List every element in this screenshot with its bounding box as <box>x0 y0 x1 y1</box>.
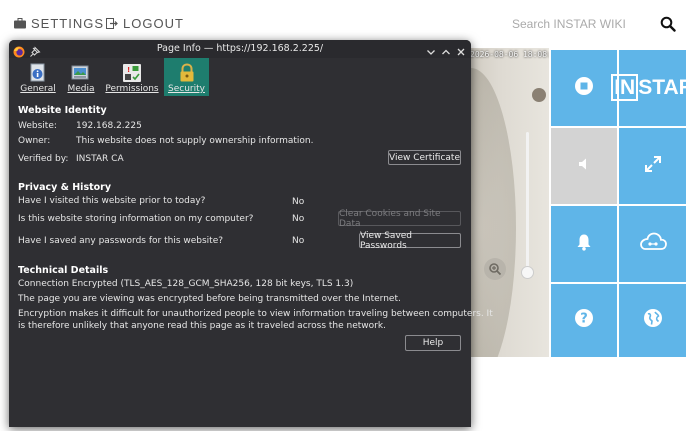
alarm-tile[interactable] <box>551 206 617 282</box>
speaker-icon <box>575 155 593 178</box>
stop-icon <box>574 76 594 101</box>
logout-link[interactable]: LOGOUT <box>106 16 184 31</box>
tab-permissions[interactable]: ! Permissions <box>105 58 159 96</box>
fullscreen-tile[interactable] <box>619 128 686 204</box>
privacy-heading: Privacy & History <box>18 182 112 193</box>
help-button[interactable]: Help <box>405 335 461 351</box>
visited-answer: No <box>292 197 305 207</box>
logout-icon <box>106 18 118 29</box>
search-icon[interactable] <box>660 16 678 34</box>
svg-text:?: ? <box>580 312 588 327</box>
padlock-icon <box>176 63 198 83</box>
visited-question: Have I visited this website prior to tod… <box>18 196 206 206</box>
stop-tile[interactable] <box>551 50 617 126</box>
tab-security[interactable]: Security <box>164 58 209 96</box>
svg-text:!: ! <box>127 66 130 74</box>
maximize-icon[interactable] <box>440 43 452 55</box>
language-tile[interactable] <box>619 284 686 357</box>
logout-label: LOGOUT <box>123 16 184 31</box>
settings-label: SETTINGS <box>31 16 105 31</box>
zoom-slider-handle[interactable] <box>521 266 534 279</box>
tab-general[interactable]: General <box>18 58 58 96</box>
question-icon: ? <box>574 308 594 333</box>
zoom-slider-track[interactable] <box>526 132 529 270</box>
minimize-icon[interactable] <box>425 43 437 55</box>
encryption-explain-line2: is therefore unlikely that anyone read t… <box>18 321 386 331</box>
clear-cookies-button[interactable]: Clear Cookies and Site Data <box>338 209 461 229</box>
help-tile[interactable]: ? <box>551 284 617 357</box>
website-label: Website: <box>18 121 57 131</box>
passwords-answer: No <box>292 236 305 246</box>
storing-question: Is this website storing information on m… <box>18 214 254 224</box>
camera-scene-object <box>532 88 546 102</box>
globe-icon <box>643 308 663 333</box>
connection-encrypted-text: Connection Encrypted (TLS_AES_128_GCM_SH… <box>18 279 354 289</box>
cloud-tile[interactable] <box>619 206 686 282</box>
zoom-in-icon[interactable] <box>484 258 506 280</box>
website-value: 192.168.2.225 <box>76 121 142 131</box>
camera-timestamp: 2026-08-06 18:08:06 <box>470 50 549 59</box>
verified-label: Verified by: <box>18 154 69 164</box>
dialog-title: Page Info — https://192.168.2.225/ <box>156 43 324 54</box>
dialog-tabbar: General Media ! Permissions Security <box>9 58 471 96</box>
encryption-transmit-text: The page you are viewing was encrypted b… <box>18 294 401 304</box>
storing-answer: No <box>292 214 305 224</box>
search-input[interactable] <box>512 14 652 34</box>
briefcase-icon <box>14 18 26 29</box>
bell-icon <box>574 232 594 257</box>
technical-heading: Technical Details <box>18 265 109 276</box>
dialog-titlebar[interactable]: Page Info — https://192.168.2.225/ <box>9 40 471 58</box>
view-certificate-button[interactable]: View Certificate <box>388 150 461 165</box>
page-info-dialog: Page Info — https://192.168.2.225/ Gener… <box>9 40 493 427</box>
cloud-icon <box>638 231 668 258</box>
close-icon[interactable] <box>455 43 467 56</box>
owner-value: This website does not supply ownership i… <box>76 136 314 146</box>
media-icon <box>70 63 92 83</box>
expand-icon <box>643 154 663 179</box>
passwords-question: Have I saved any passwords for this webs… <box>18 236 224 246</box>
security-panel: Website Identity Website: 192.168.2.225 … <box>9 96 493 427</box>
tab-media[interactable]: Media <box>64 58 98 96</box>
owner-label: Owner: <box>18 136 51 146</box>
instar-logo: IN STAR <box>611 74 690 101</box>
screen: SETTINGS LOGOUT 2026-08-06 18:08:06 INST… <box>0 0 690 431</box>
permissions-icon: ! <box>121 63 143 83</box>
audio-tile[interactable] <box>551 128 617 204</box>
instar-logo-tile: IN STAR <box>611 50 690 126</box>
encryption-explain-line1: Encryption makes it difficult for unauth… <box>18 309 493 319</box>
settings-link[interactable]: SETTINGS <box>14 16 104 31</box>
info-document-icon <box>27 63 49 83</box>
identity-heading: Website Identity <box>18 105 107 116</box>
view-saved-passwords-button[interactable]: View Saved Passwords <box>359 231 461 251</box>
verified-value: INSTAR CA <box>76 154 124 164</box>
